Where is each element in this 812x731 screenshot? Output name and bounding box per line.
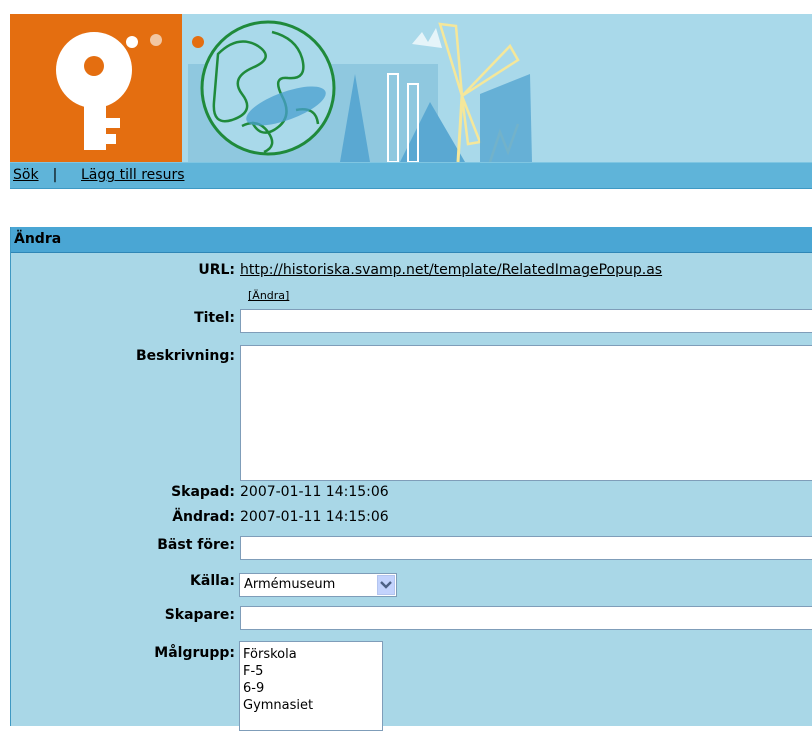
audience-option[interactable]: F-5 bbox=[243, 663, 382, 680]
panel-header: Ändra bbox=[11, 227, 812, 253]
globe-icon bbox=[200, 20, 336, 156]
source-selected-value: Armémuseum bbox=[244, 577, 336, 592]
url-link[interactable]: http://historiska.svamp.net/template/Rel… bbox=[240, 262, 662, 278]
audience-label: Målgrupp: bbox=[154, 645, 235, 661]
url-label: URL: bbox=[198, 262, 235, 278]
source-select[interactable]: Armémuseum bbox=[239, 573, 397, 597]
panel-title: Ändra bbox=[14, 231, 62, 247]
audience-listbox[interactable]: Förskola F-5 6-9 Gymnasiet bbox=[239, 641, 383, 731]
source-label: Källa: bbox=[190, 573, 235, 589]
modified-value: 2007-01-11 14:15:06 bbox=[240, 509, 389, 525]
audience-option[interactable]: Förskola bbox=[243, 646, 382, 663]
title-input[interactable] bbox=[240, 309, 812, 333]
modified-label: Ändrad: bbox=[172, 509, 235, 525]
best-before-input[interactable] bbox=[240, 536, 812, 560]
header-banner bbox=[10, 14, 812, 162]
change-url-link[interactable]: [Ändra] bbox=[248, 289, 289, 302]
best-before-label: Bäst före: bbox=[157, 537, 235, 553]
nav-bar: Sök | Lägg till resurs bbox=[10, 162, 812, 189]
audience-option[interactable]: 6-9 bbox=[243, 680, 382, 697]
edit-panel: Ändra URL: http://historiska.svamp.net/t… bbox=[10, 227, 812, 726]
audience-option[interactable]: Gymnasiet bbox=[243, 697, 382, 714]
description-textarea[interactable] bbox=[240, 345, 812, 481]
created-label: Skapad: bbox=[171, 484, 235, 500]
creator-input[interactable] bbox=[240, 606, 812, 630]
dropdown-arrow-icon[interactable] bbox=[377, 575, 395, 595]
nav-separator: | bbox=[52, 167, 58, 183]
created-value: 2007-01-11 14:15:06 bbox=[240, 484, 389, 500]
title-label: Titel: bbox=[194, 310, 235, 326]
key-logo-icon bbox=[10, 14, 182, 162]
add-resource-link[interactable]: Lägg till resurs bbox=[81, 167, 185, 183]
description-label: Beskrivning: bbox=[136, 348, 235, 364]
banner-illustration bbox=[10, 14, 812, 162]
creator-label: Skapare: bbox=[164, 607, 235, 623]
